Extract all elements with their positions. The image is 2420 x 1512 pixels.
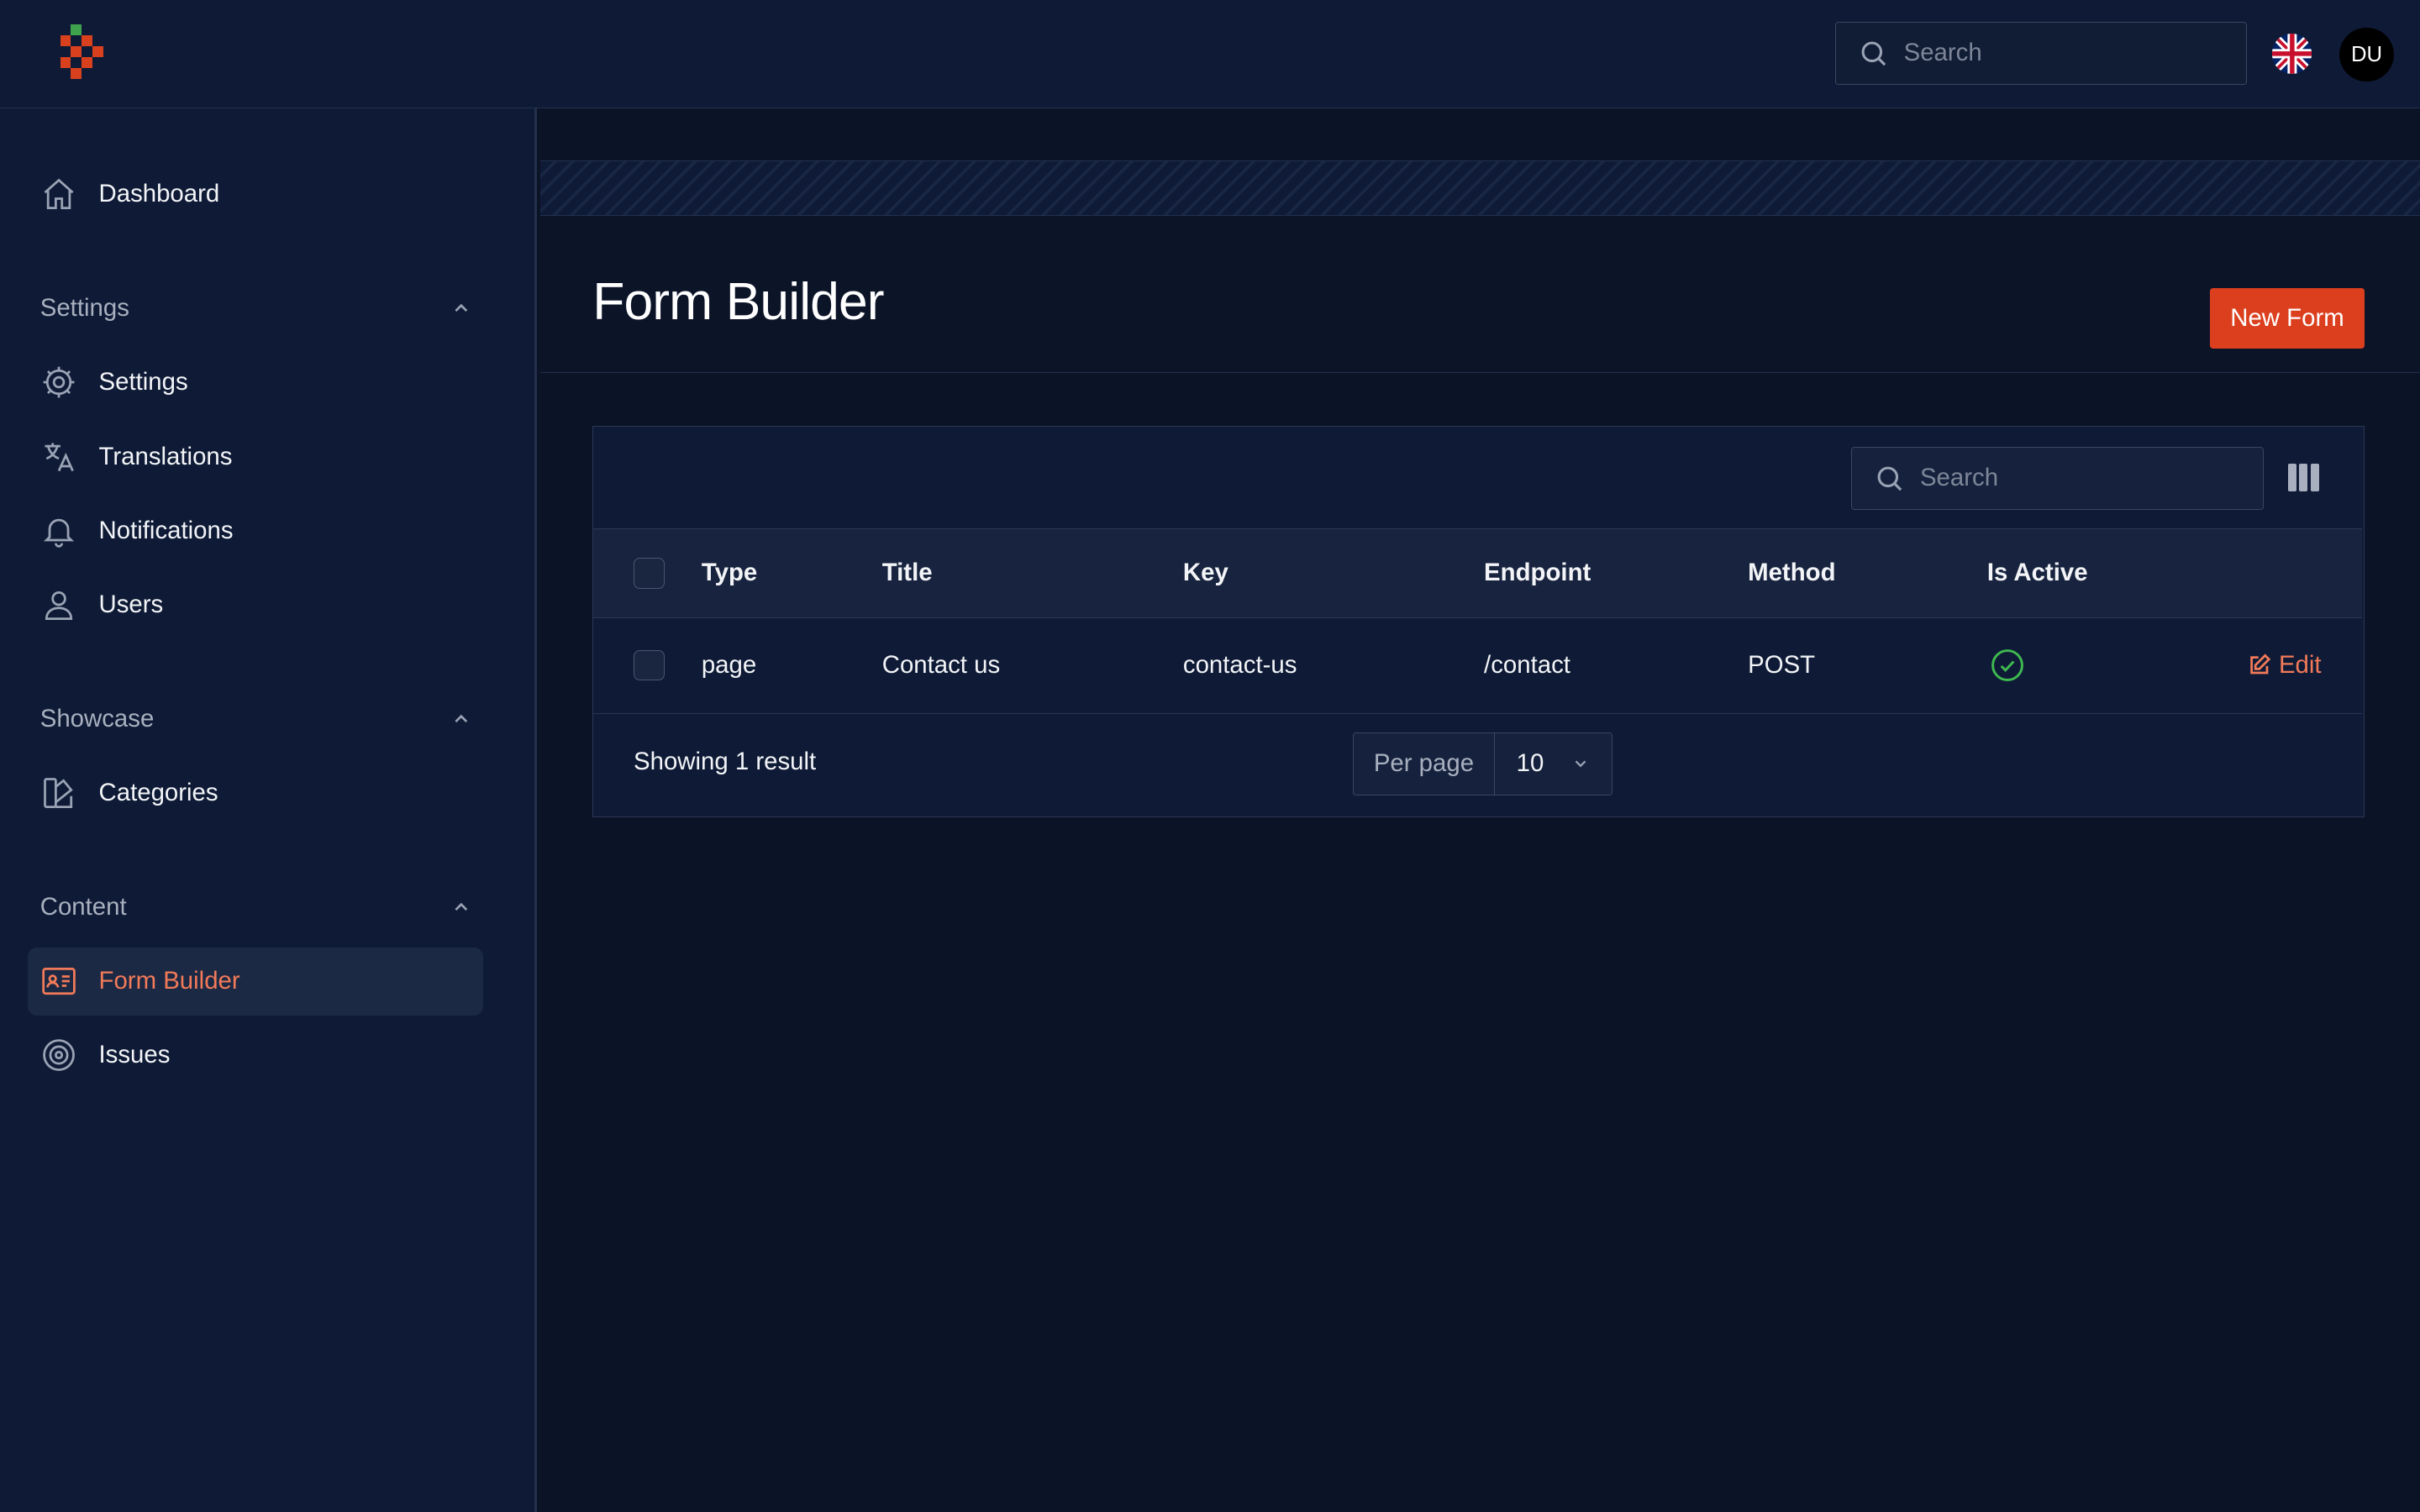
cell-title: Contact us bbox=[881, 651, 1001, 680]
cell-endpoint: /contact bbox=[1484, 651, 1570, 680]
search-icon bbox=[1877, 466, 1902, 491]
column-header-is-active[interactable]: Is Active bbox=[1987, 529, 2088, 617]
cell-method: POST bbox=[1748, 651, 1816, 680]
sidebar-item-notifications[interactable]: Notifications bbox=[28, 496, 483, 564]
language-flag-icon[interactable] bbox=[2271, 34, 2312, 75]
sidebar: Dashboard Settings Settings Translations… bbox=[0, 108, 538, 1512]
sidebar-item-label: Form Builder bbox=[98, 967, 240, 995]
search-icon bbox=[1861, 41, 1886, 66]
id-card-icon bbox=[42, 968, 76, 995]
page-title: Form Builder bbox=[592, 272, 884, 332]
sidebar-item-form-builder[interactable]: Form Builder bbox=[28, 947, 483, 1016]
sidebar-item-label: Categories bbox=[98, 779, 218, 807]
main-content: Form Builder New Form Type Title Key End… bbox=[539, 108, 2420, 1512]
user-avatar[interactable]: DU bbox=[2339, 28, 2394, 82]
edit-label: Edit bbox=[2278, 651, 2322, 680]
chevron-down-icon bbox=[1576, 760, 1586, 768]
edit-icon bbox=[2250, 654, 2271, 675]
columns-toggle-icon[interactable] bbox=[2287, 464, 2319, 492]
edit-link[interactable]: Edit bbox=[2248, 651, 2322, 680]
sidebar-item-label: Dashboard bbox=[98, 180, 220, 208]
bell-icon bbox=[43, 518, 74, 548]
sidebar-item-issues[interactable]: Issues bbox=[28, 1021, 483, 1089]
per-page-value[interactable]: 10 bbox=[1495, 733, 1612, 795]
swatch-icon bbox=[43, 778, 73, 808]
group-label: Settings bbox=[39, 294, 129, 323]
page-header: Form Builder New Form bbox=[539, 216, 2420, 374]
target-icon bbox=[42, 1039, 75, 1072]
cell-key: contact-us bbox=[1182, 651, 1297, 680]
chevron-up-icon[interactable] bbox=[450, 297, 472, 319]
brand-logo[interactable] bbox=[55, 24, 105, 83]
per-page-select[interactable]: Per page 10 bbox=[1352, 732, 1613, 795]
table-row[interactable]: page Contact us contact-us /contact POST… bbox=[593, 618, 2363, 714]
sidebar-item-label: Issues bbox=[98, 1041, 171, 1069]
per-page-label: Per page bbox=[1354, 732, 1495, 795]
column-header-method[interactable]: Method bbox=[1748, 529, 1835, 617]
row-checkbox[interactable] bbox=[634, 649, 665, 681]
forms-table: Type Title Key Endpoint Method Is Active… bbox=[592, 425, 2365, 818]
sidebar-item-dashboard[interactable]: Dashboard bbox=[28, 160, 483, 228]
home-icon bbox=[44, 179, 74, 210]
cell-type: page bbox=[701, 651, 757, 680]
select-all-checkbox[interactable] bbox=[634, 558, 665, 589]
global-search-input[interactable] bbox=[1903, 39, 2212, 68]
sidebar-item-label: Notifications bbox=[98, 516, 234, 544]
table-search-input[interactable] bbox=[1919, 464, 2229, 493]
group-label: Showcase bbox=[39, 704, 155, 732]
sidebar-item-users[interactable]: Users bbox=[28, 571, 483, 639]
gear-icon bbox=[43, 367, 75, 398]
sidebar-item-translations[interactable]: Translations bbox=[28, 423, 483, 491]
sidebar-group-showcase[interactable]: Showcase bbox=[40, 701, 472, 738]
column-header-key[interactable]: Key bbox=[1183, 529, 1228, 617]
new-form-button[interactable]: New Form bbox=[2210, 288, 2365, 349]
check-circle-icon bbox=[1991, 649, 2023, 682]
decorative-stripe bbox=[539, 160, 2420, 217]
sidebar-group-content[interactable]: Content bbox=[40, 889, 472, 926]
sidebar-item-label: Translations bbox=[98, 442, 233, 470]
sidebar-item-settings[interactable]: Settings bbox=[28, 349, 483, 417]
user-icon bbox=[45, 591, 72, 620]
results-count: Showing 1 result bbox=[634, 747, 817, 775]
table-search[interactable] bbox=[1851, 446, 2264, 511]
translate-icon bbox=[45, 443, 74, 471]
group-label: Content bbox=[39, 892, 127, 921]
per-page-selected: 10 bbox=[1516, 749, 1544, 778]
column-header-endpoint[interactable]: Endpoint bbox=[1484, 529, 1591, 617]
global-search[interactable] bbox=[1834, 21, 2248, 85]
column-header-title[interactable]: Title bbox=[882, 529, 933, 617]
top-bar: DU bbox=[0, 0, 2420, 108]
chevron-up-icon[interactable] bbox=[450, 708, 472, 730]
sidebar-item-label: Settings bbox=[98, 368, 188, 396]
table-header-row: Type Title Key Endpoint Method Is Active bbox=[593, 528, 2363, 618]
sidebar-item-categories[interactable]: Categories bbox=[28, 759, 483, 827]
sidebar-group-settings[interactable]: Settings bbox=[40, 290, 472, 327]
table-footer: Showing 1 result Per page 10 bbox=[593, 714, 2362, 816]
sidebar-item-label: Users bbox=[98, 590, 164, 618]
column-header-type[interactable]: Type bbox=[702, 529, 757, 617]
chevron-up-icon[interactable] bbox=[450, 896, 472, 918]
